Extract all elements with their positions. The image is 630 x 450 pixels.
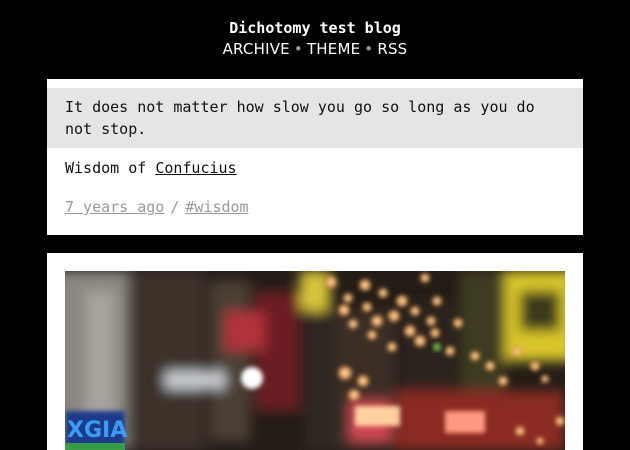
sign-text: XGIA [67,418,127,443]
city-lights-bokeh-image: XGIA [65,271,565,450]
top-nav: ARCHIVE • THEME • RSS [0,39,630,59]
blog-title[interactable]: Dichotomy test blog [0,18,630,38]
quote-source-prefix: Wisdom of [65,159,147,177]
site-header: Dichotomy test blog ARCHIVE • THEME • RSS [0,0,630,79]
post-photo-image[interactable]: XGIA [65,271,565,450]
tag-link[interactable]: #wisdom [185,198,248,216]
nav-archive-link[interactable]: ARCHIVE [223,40,290,58]
nav-theme-link[interactable]: THEME [307,40,360,58]
nav-rss-link[interactable]: RSS [377,40,407,58]
nav-separator: • [293,40,303,58]
nav-separator: • [364,40,374,58]
quote-source-link[interactable]: Confucius [155,159,236,177]
post-permalink[interactable]: 7 years ago [65,198,164,216]
quote-post: It does not matter how slow you go so lo… [47,79,583,235]
photo-post: XGIA [47,253,583,450]
quote-text: It does not matter how slow you go so lo… [47,88,583,148]
post-meta: 7 years ago / #wisdom [65,196,249,218]
meta-separator: / [170,198,180,216]
quote-source: Wisdom of Confucius [65,157,237,179]
